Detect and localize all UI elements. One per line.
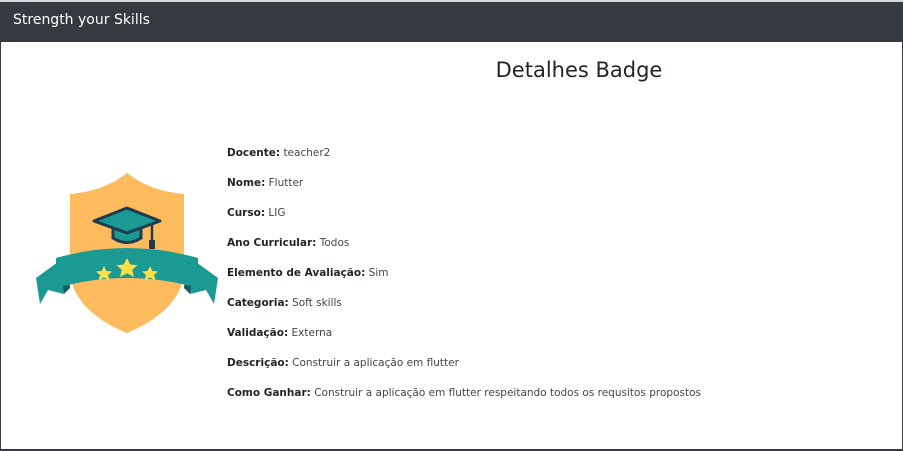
page-title: Detalhes Badge bbox=[495, 58, 663, 82]
detail-value: Construir a aplicação em flutter respeit… bbox=[314, 387, 701, 399]
detail-label: Categoria: bbox=[227, 297, 289, 309]
detail-value: Externa bbox=[291, 327, 333, 339]
detail-descricao: Descrição: Construir a aplicação em flut… bbox=[227, 356, 701, 386]
detail-value: Soft skills bbox=[292, 297, 342, 309]
detail-docente: Docente: teacher2 bbox=[227, 146, 701, 176]
detail-validacao: Validação: Externa bbox=[227, 326, 701, 356]
detail-label: Docente: bbox=[227, 147, 281, 159]
detail-label: Validação: bbox=[227, 327, 289, 339]
detail-curso: Curso: LIG bbox=[227, 206, 701, 236]
detail-label: Como Ganhar: bbox=[227, 387, 311, 399]
detail-value: Construir a aplicação em flutter bbox=[292, 357, 459, 369]
detail-label: Elemento de Avaliação: bbox=[227, 267, 366, 279]
detail-value: Sim bbox=[368, 267, 389, 279]
detail-value: LIG bbox=[268, 207, 286, 219]
detail-label: Nome: bbox=[227, 177, 266, 189]
navbar-brand[interactable]: Strength your Skills bbox=[13, 12, 150, 28]
detail-value: teacher2 bbox=[283, 147, 331, 159]
detail-elemento-avaliacao: Elemento de Avaliação: Sim bbox=[227, 266, 701, 296]
detail-categoria: Categoria: Soft skills bbox=[227, 296, 701, 326]
detail-value: Todos bbox=[319, 237, 350, 249]
detail-label: Ano Curricular: bbox=[227, 237, 317, 249]
graduation-badge-icon bbox=[36, 173, 218, 333]
cap-tassel bbox=[149, 240, 155, 249]
detail-value: Flutter bbox=[268, 177, 304, 189]
detail-nome: Nome: Flutter bbox=[227, 176, 701, 206]
detail-label: Curso: bbox=[227, 207, 266, 219]
detail-ano-curricular: Ano Curricular: Todos bbox=[227, 236, 701, 266]
badge-details: Docente: teacher2 Nome: Flutter Curso: L… bbox=[227, 146, 701, 416]
detail-como-ganhar: Como Ganhar: Construir a aplicação em fl… bbox=[227, 386, 701, 416]
navbar: Strength your Skills bbox=[0, 0, 903, 42]
detail-label: Descrição: bbox=[227, 357, 289, 369]
